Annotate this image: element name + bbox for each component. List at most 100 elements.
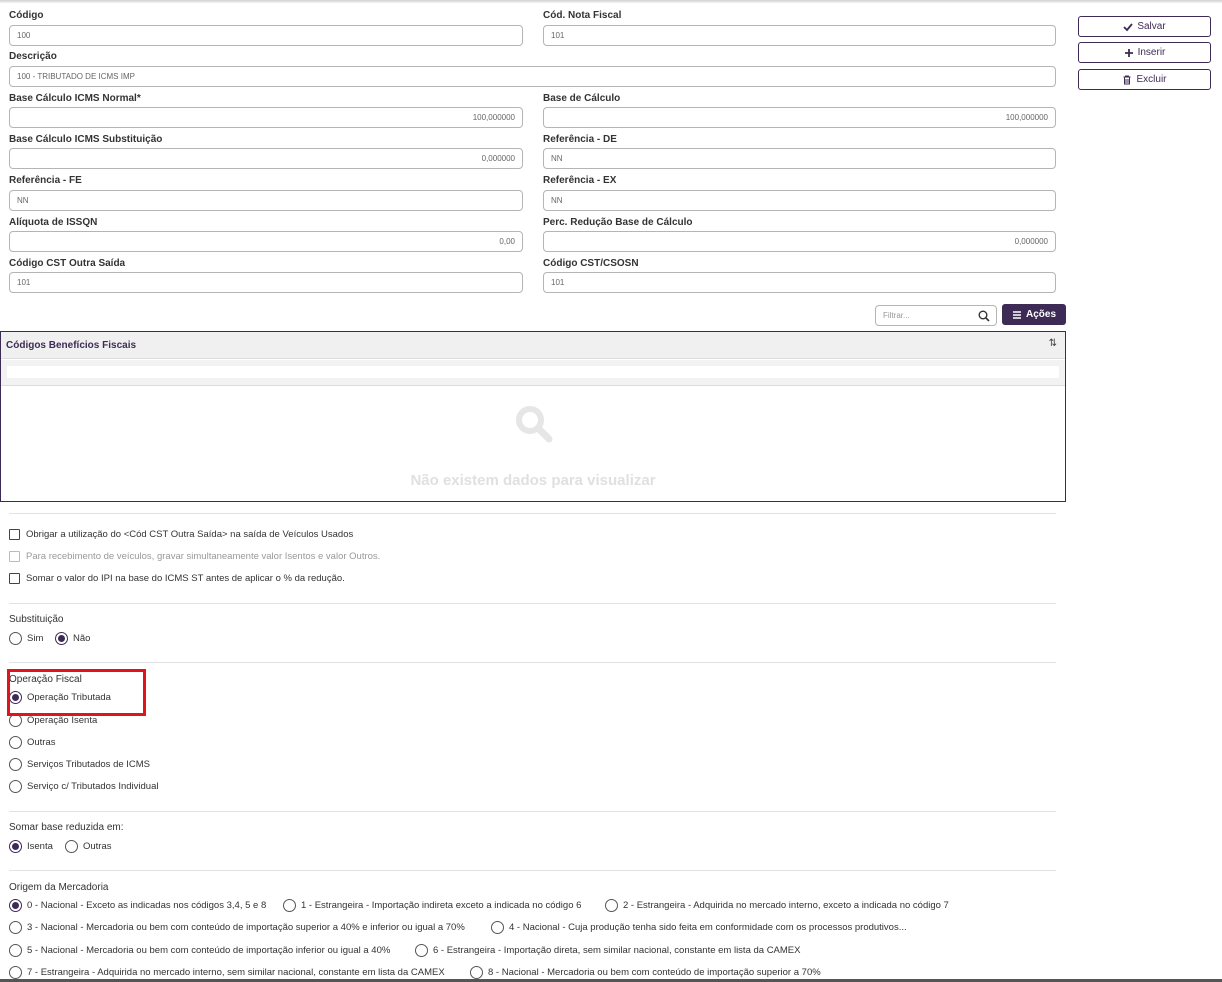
salvar-label: Salvar	[1137, 21, 1166, 32]
empty-message: Não existem dados para visualizar	[410, 472, 656, 489]
radio-label: Sim	[27, 633, 44, 644]
codigo-input[interactable]: 100	[9, 25, 523, 46]
checkbox-label: Obrigar a utilização do <Cód CST Outra S…	[26, 529, 354, 540]
base-calculo-icms-normal-label: Base Cálculo ICMS Normal*	[9, 93, 141, 104]
radio-origem-2[interactable]: 2 - Estrangeira - Adquirida no mercado i…	[605, 899, 949, 912]
radio-dot[interactable]	[470, 966, 483, 979]
radio-label: Isenta	[27, 841, 53, 852]
checkbox-obrigar-cst[interactable]: Obrigar a utilização do <Cód CST Outra S…	[9, 529, 353, 540]
radio-label: 2 - Estrangeira - Adquirida no mercado i…	[623, 900, 949, 911]
radio-dot[interactable]	[491, 921, 504, 934]
checkbox-box[interactable]	[9, 573, 20, 584]
radio-origem-5[interactable]: 5 - Nacional - Mercadoria ou bem com con…	[9, 944, 390, 957]
origem-title: Origem da Mercadoria	[9, 882, 109, 893]
referencia-de-input[interactable]: NN	[543, 148, 1056, 169]
divider	[9, 603, 1056, 604]
codigo-cst-outra-saida-label: Código CST Outra Saída	[9, 258, 126, 269]
radio-somar-outras[interactable]: Outras	[65, 840, 112, 853]
divider	[9, 811, 1056, 812]
checkbox-box[interactable]	[9, 529, 20, 540]
radio-somar-isenta[interactable]: Isenta	[9, 840, 53, 853]
grid-column-title[interactable]: Códigos Benefícios Fiscais	[6, 340, 136, 351]
perc-reducao-base-label: Perc. Redução Base de Cálculo	[543, 217, 693, 228]
radio-dot[interactable]	[9, 632, 22, 645]
radio-label: 5 - Nacional - Mercadoria ou bem com con…	[27, 945, 391, 956]
radio-origem-0[interactable]: 0 - Nacional - Exceto as indicadas nos c…	[9, 899, 266, 912]
substituicao-title: Substituição	[9, 614, 64, 625]
radio-origem-8[interactable]: 8 - Nacional - Mercadoria ou bem com con…	[470, 966, 821, 979]
grid-filter-row	[1, 360, 1065, 386]
search-icon[interactable]	[978, 310, 990, 322]
radio-servicos-tributados-icms[interactable]: Serviços Tributados de ICMS	[9, 758, 150, 771]
checkbox-label: Somar o valor do IPI na base do ICMS ST …	[26, 573, 345, 584]
grid-column-filter[interactable]	[7, 366, 1059, 378]
divider	[9, 870, 1056, 871]
radio-dot[interactable]	[415, 944, 428, 957]
radio-label: 1 - Estrangeira - Importação indireta ex…	[301, 900, 582, 911]
radio-dot[interactable]	[605, 899, 618, 912]
radio-dot[interactable]	[9, 899, 22, 912]
radio-dot[interactable]	[9, 966, 22, 979]
menu-icon	[1012, 310, 1021, 319]
radio-origem-3[interactable]: 3 - Nacional - Mercadoria ou bem com con…	[9, 921, 465, 934]
inserir-label: Inserir	[1137, 47, 1166, 58]
radio-origem-4[interactable]: 4 - Nacional - Cuja produção tenha sido …	[491, 921, 907, 934]
radio-label: 7 - Estrangeira - Adquirida no mercado i…	[27, 967, 445, 978]
radio-origem-7[interactable]: 7 - Estrangeira - Adquirida no mercado i…	[9, 966, 445, 979]
radio-origem-1[interactable]: 1 - Estrangeira - Importação indireta ex…	[283, 899, 581, 912]
acoes-label: Ações	[1025, 309, 1056, 320]
empty-search-icon	[516, 406, 553, 443]
radio-label: 4 - Nacional - Cuja produção tenha sido …	[509, 922, 907, 933]
divider	[9, 662, 1056, 663]
radio-substituicao-sim[interactable]: Sim	[9, 632, 43, 645]
perc-reducao-base-input[interactable]: 0,000000	[543, 231, 1056, 252]
radio-servico-tributados-individual[interactable]: Serviço c/ Tributados Individual	[9, 780, 158, 793]
filter-input[interactable]: Filtrar...	[875, 305, 997, 326]
referencia-ex-input[interactable]: NN	[543, 190, 1056, 211]
referencia-fe-input[interactable]: NN	[9, 190, 523, 211]
top-border	[0, 0, 1222, 3]
radio-dot[interactable]	[55, 632, 68, 645]
aliquota-issqn-input[interactable]: 0,00	[9, 231, 523, 252]
descricao-input[interactable]: 100 - TRIBUTADO DE ICMS IMP	[9, 66, 1056, 87]
codigo-cst-csosn-input[interactable]: 101	[543, 272, 1056, 293]
sort-icon[interactable]: ⇅	[1049, 338, 1057, 349]
radio-label: Serviço c/ Tributados Individual	[27, 781, 159, 792]
checkbox-somar-ipi[interactable]: Somar o valor do IPI na base do ICMS ST …	[9, 573, 345, 584]
referencia-de-label: Referência - DE	[543, 134, 617, 145]
descricao-label: Descrição	[9, 51, 57, 62]
base-calculo-icms-subst-input[interactable]: 0,000000	[9, 148, 523, 169]
radio-dot[interactable]	[9, 944, 22, 957]
salvar-button[interactable]: Salvar	[1078, 16, 1211, 37]
acoes-button[interactable]: Ações	[1002, 304, 1066, 325]
radio-dot[interactable]	[283, 899, 296, 912]
aliquota-issqn-label: Alíquota de ISSQN	[9, 217, 98, 228]
radio-label: Não	[73, 633, 91, 644]
base-calculo-icms-subst-label: Base Cálculo ICMS Substituição	[9, 134, 163, 145]
trash-icon	[1123, 75, 1131, 84]
check-icon	[1123, 22, 1134, 31]
radio-dot[interactable]	[65, 840, 78, 853]
codigo-cst-csosn-label: Código CST/CSOSN	[543, 258, 639, 269]
radio-substituicao-nao[interactable]: Não	[55, 632, 90, 645]
excluir-button[interactable]: Excluir	[1078, 69, 1211, 90]
radio-label: 6 - Estrangeira - Importação direta, sem…	[433, 945, 801, 956]
radio-dot[interactable]	[9, 736, 22, 749]
radio-dot[interactable]	[9, 840, 22, 853]
base-calculo-icms-normal-input[interactable]: 100,000000	[9, 107, 523, 128]
divider	[9, 513, 1056, 514]
radio-dot[interactable]	[9, 921, 22, 934]
cod-nota-fiscal-input[interactable]: 101	[543, 25, 1056, 46]
radio-label: 0 - Nacional - Exceto as indicadas nos c…	[27, 900, 267, 911]
base-de-calculo-label: Base de Cálculo	[543, 93, 621, 104]
grid-header: Códigos Benefícios Fiscais ⇅	[1, 332, 1065, 359]
codigo-cst-outra-saida-input[interactable]: 101	[9, 272, 523, 293]
radio-dot[interactable]	[9, 758, 22, 771]
radio-outras[interactable]: Outras	[9, 736, 56, 749]
radio-origem-6[interactable]: 6 - Estrangeira - Importação direta, sem…	[415, 944, 801, 957]
inserir-button[interactable]: Inserir	[1078, 42, 1211, 63]
cod-nota-fiscal-label: Cód. Nota Fiscal	[543, 10, 622, 21]
base-de-calculo-input[interactable]: 100,000000	[543, 107, 1056, 128]
radio-dot[interactable]	[9, 780, 22, 793]
checkbox-recebimento-veiculos: Para recebimento de veículos, gravar sim…	[9, 551, 380, 562]
